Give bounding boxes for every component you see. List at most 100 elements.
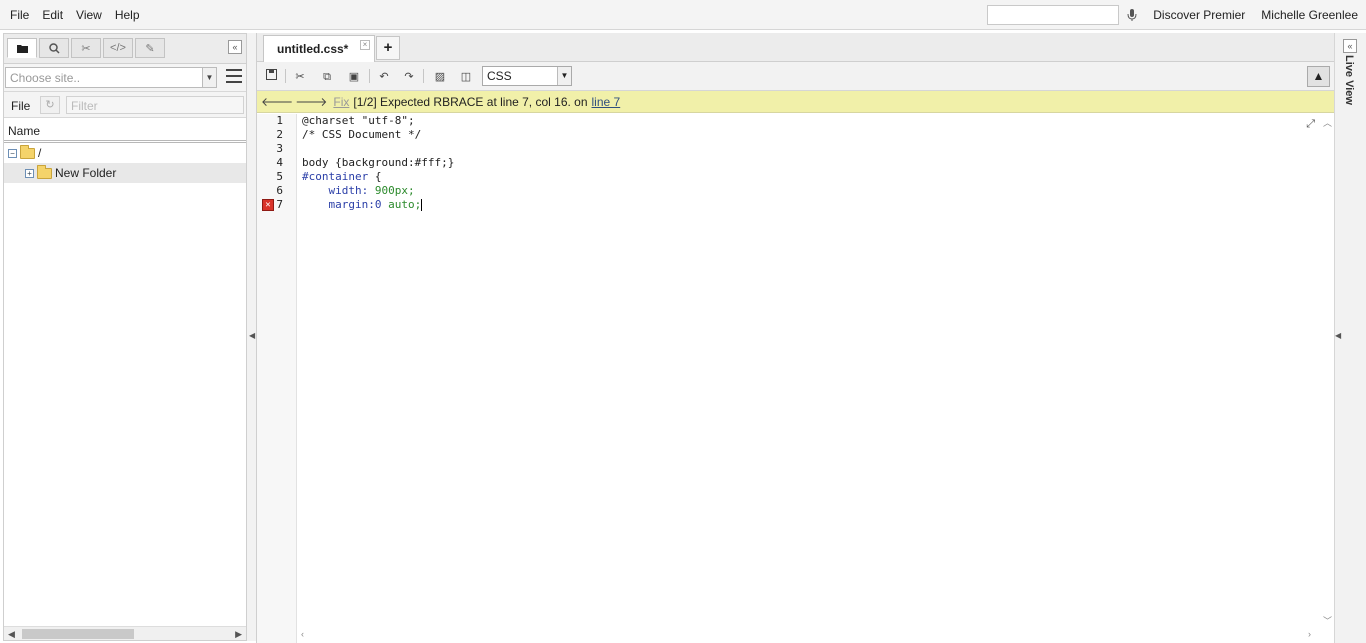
file-tree: − / + New Folder bbox=[4, 143, 246, 183]
cut-icon[interactable]: ✂ bbox=[292, 69, 308, 85]
site-row: Choose site.. ▼ bbox=[4, 64, 246, 92]
chevron-down-icon[interactable]: ▼ bbox=[202, 68, 216, 87]
language-value: CSS bbox=[487, 69, 512, 83]
live-view-panel: ◀ « Live View bbox=[1334, 33, 1366, 643]
scroll-down-icon[interactable]: ﹀ bbox=[1323, 614, 1332, 627]
language-select[interactable]: CSS ▼ bbox=[482, 66, 572, 86]
error-line-link[interactable]: line 7 bbox=[592, 95, 621, 109]
line-number-error: ✕ 7 bbox=[257, 198, 296, 212]
folder-icon bbox=[37, 164, 52, 179]
site-select[interactable]: Choose site.. ▼ bbox=[5, 67, 217, 88]
fix-link[interactable]: Fix bbox=[333, 95, 349, 109]
editor-tab-bar: untitled.css* × + bbox=[257, 33, 1334, 62]
tab-code[interactable]: </> bbox=[103, 38, 133, 58]
line-number-gutter: 1 2 3 4 5 6 ✕ 7 bbox=[257, 114, 297, 643]
expand-live-view-icon[interactable]: « bbox=[1343, 39, 1357, 53]
warning-icon: ▲ bbox=[1312, 69, 1325, 83]
next-error-icon[interactable]: 🡒 bbox=[295, 94, 327, 109]
line-number: 1 bbox=[276, 114, 283, 127]
tree-row-new-folder[interactable]: + New Folder bbox=[4, 163, 246, 183]
tab-search[interactable] bbox=[39, 38, 69, 58]
line-number: 2 bbox=[276, 128, 283, 141]
file-panel-tabs: ✂ </> ✎ « bbox=[4, 34, 246, 64]
code-token: body {background:#fff;} bbox=[302, 156, 455, 169]
menu-file[interactable]: File bbox=[10, 8, 29, 22]
menu-icon[interactable] bbox=[226, 69, 242, 83]
new-tab-button[interactable]: + bbox=[376, 36, 400, 60]
editor-panel: untitled.css* × + ✂ ⧉ ▣ ↶ ↷ ▨ ◫ CSS ▼ ▲ 🡐… bbox=[256, 33, 1335, 643]
top-menu-bar: File Edit View Help Discover Premier Mic… bbox=[0, 0, 1366, 30]
scroll-right-icon[interactable]: ▶ bbox=[235, 627, 242, 641]
vertical-scrollbar[interactable]: ︿ ﹀ bbox=[1319, 114, 1335, 629]
tree-label: / bbox=[38, 146, 42, 160]
scissors-icon: ✂ bbox=[81, 42, 91, 55]
top-search-input[interactable] bbox=[987, 5, 1120, 25]
split-view-icon[interactable]: ◫ bbox=[458, 69, 474, 85]
line-number: 4 bbox=[276, 156, 283, 169]
menu-edit[interactable]: Edit bbox=[42, 8, 63, 22]
redo-icon[interactable]: ↷ bbox=[401, 69, 417, 85]
microphone-icon[interactable] bbox=[1127, 8, 1137, 22]
scroll-up-icon[interactable]: ︿ bbox=[1323, 116, 1332, 129]
warning-button[interactable]: ▲ bbox=[1307, 66, 1330, 87]
tab-files[interactable] bbox=[7, 38, 37, 58]
chevron-down-icon[interactable]: ▼ bbox=[557, 67, 571, 85]
file-filter-row: File ↻ Filter bbox=[4, 92, 246, 118]
scrollbar-thumb[interactable] bbox=[22, 629, 134, 639]
folder-open-icon bbox=[20, 144, 35, 159]
scroll-right-icon[interactable]: › bbox=[1308, 629, 1311, 639]
file-panel: ✂ </> ✎ « Choose site.. ▼ File ↻ Filter N… bbox=[3, 33, 247, 641]
horizontal-scrollbar[interactable]: ◀ ▶ bbox=[4, 626, 246, 640]
fullscreen-icon[interactable]: ⤢ bbox=[1306, 118, 1315, 131]
collapse-icon[interactable]: − bbox=[8, 148, 17, 158]
file-tab[interactable]: untitled.css* × bbox=[263, 35, 375, 62]
collapse-arrow-icon[interactable]: ◀ bbox=[1335, 331, 1341, 340]
line-number: 7 bbox=[276, 198, 283, 211]
discover-premier-link[interactable]: Discover Premier bbox=[1153, 8, 1245, 22]
tab-snippets[interactable]: ✂ bbox=[71, 38, 101, 58]
file-tab-label: untitled.css* bbox=[277, 42, 349, 56]
top-right-area: Discover Premier Michelle Greenlee bbox=[987, 5, 1358, 25]
paste-icon[interactable]: ▣ bbox=[346, 69, 362, 85]
close-tab-icon[interactable]: × bbox=[360, 40, 370, 50]
search-icon bbox=[48, 42, 60, 54]
text-cursor bbox=[421, 199, 423, 211]
tree-label: New Folder bbox=[55, 166, 117, 180]
code-line-4: body {background:#fff;} bbox=[302, 156, 454, 170]
collapse-left-panel-icon[interactable]: « bbox=[228, 40, 242, 54]
save-icon[interactable] bbox=[263, 69, 279, 85]
code-token: width: bbox=[302, 184, 375, 197]
editor-toolbar: ✂ ⧉ ▣ ↶ ↷ ▨ ◫ CSS ▼ ▲ bbox=[257, 62, 1334, 91]
horizontal-scrollbar[interactable]: ‹ › bbox=[297, 629, 1335, 643]
code-lines: @charset "utf-8"; /* CSS Document */ bod… bbox=[302, 114, 454, 212]
scroll-left-icon[interactable]: ‹ bbox=[301, 629, 304, 639]
line-number: 6 bbox=[276, 184, 283, 197]
prev-error-icon[interactable]: 🡐 bbox=[261, 94, 293, 109]
filter-input[interactable]: Filter bbox=[66, 96, 244, 114]
live-view-label[interactable]: Live View bbox=[1343, 55, 1355, 105]
collapse-arrow-icon[interactable]: ◀ bbox=[249, 331, 255, 340]
error-marker-icon[interactable]: ✕ bbox=[262, 199, 274, 211]
tab-edit[interactable]: ✎ bbox=[135, 38, 165, 58]
scroll-left-icon[interactable]: ◀ bbox=[8, 627, 15, 641]
tree-row-root[interactable]: − / bbox=[4, 143, 246, 163]
code-token: 900px; bbox=[374, 184, 415, 197]
menu-help[interactable]: Help bbox=[115, 8, 140, 22]
pencil-icon: ✎ bbox=[145, 42, 155, 55]
copy-icon[interactable]: ⧉ bbox=[319, 69, 335, 85]
undo-icon[interactable]: ↶ bbox=[376, 69, 392, 85]
file-label[interactable]: File bbox=[11, 99, 30, 113]
error-bar: 🡐 🡒 Fix [1/2] Expected RBRACE at line 7,… bbox=[257, 91, 1334, 113]
code-editor[interactable]: 1 2 3 4 5 6 ✕ 7 @charset "utf-8"; /* CSS … bbox=[257, 114, 1335, 643]
code-token: { bbox=[368, 170, 382, 183]
menu-view[interactable]: View bbox=[76, 8, 102, 22]
name-column-header[interactable]: Name bbox=[4, 118, 246, 143]
code-token: #container bbox=[302, 170, 369, 183]
user-name[interactable]: Michelle Greenlee bbox=[1261, 8, 1358, 22]
refresh-icon[interactable]: ↻ bbox=[40, 96, 60, 114]
expand-icon[interactable]: + bbox=[25, 168, 34, 178]
image-icon[interactable]: ▨ bbox=[432, 69, 448, 85]
main-menu: File Edit View Help bbox=[10, 8, 153, 22]
panel-divider[interactable]: ◀ bbox=[247, 33, 256, 641]
site-select-placeholder: Choose site.. bbox=[10, 71, 81, 85]
